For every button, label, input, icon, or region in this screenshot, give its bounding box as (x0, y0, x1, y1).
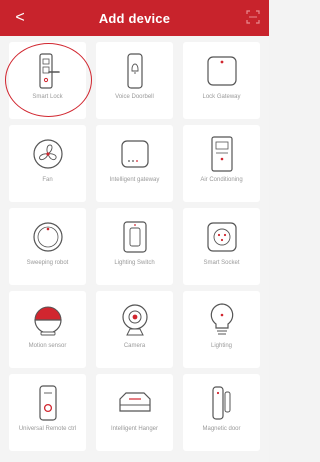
intelligent-gateway-icon (96, 133, 173, 175)
back-button[interactable]: < (6, 4, 34, 32)
scan-button[interactable] (245, 9, 261, 25)
device-label: Intelligent gateway (109, 177, 160, 183)
device-label: Air Conditioning (200, 177, 243, 183)
light-bulb-icon (183, 299, 260, 341)
door-sensor-icon (183, 382, 260, 424)
device-label: Magnetic door (202, 426, 241, 432)
device-label: Voice Doorbell (115, 94, 154, 100)
smart-socket-icon (183, 216, 260, 258)
lock-gateway-icon (183, 50, 260, 92)
device-tile-lighting-switch[interactable]: Lighting Switch (96, 208, 173, 285)
fan-icon (9, 133, 86, 175)
device-label: Lighting Switch (114, 260, 155, 266)
scan-icon (246, 10, 260, 24)
device-label: Camera (123, 343, 146, 349)
device-label: Motion sensor (28, 343, 67, 349)
intelligent-hanger-icon (96, 382, 173, 424)
device-tile-intelligent-hanger[interactable]: Intelligent Hanger (96, 374, 173, 451)
device-tile-magnetic-door[interactable]: Magnetic door (183, 374, 260, 451)
device-label: Sweeping robot (26, 260, 69, 266)
device-tile-sweeping-robot[interactable]: Sweeping robot (9, 208, 86, 285)
highlight-circle (5, 43, 92, 117)
device-label: Lock Gateway (202, 94, 241, 100)
camera-icon (96, 299, 173, 341)
device-tile-motion-sensor[interactable]: Motion sensor (9, 291, 86, 368)
device-label: Lighting (210, 343, 233, 349)
top-bar: < Add device (0, 0, 269, 36)
device-label: Intelligent Hanger (110, 426, 159, 432)
motion-sensor-icon (9, 299, 86, 341)
air-conditioner-icon (183, 133, 260, 175)
device-tile-lock-gateway[interactable]: Lock Gateway (183, 42, 260, 119)
device-tile-air-conditioning[interactable]: Air Conditioning (183, 125, 260, 202)
universal-remote-icon (9, 382, 86, 424)
device-tile-intelligent-gateway[interactable]: Intelligent gateway (96, 125, 173, 202)
device-tile-smart-socket[interactable]: Smart Socket (183, 208, 260, 285)
page-title: Add device (98, 10, 171, 26)
robot-vacuum-icon (9, 216, 86, 258)
device-tile-camera[interactable]: Camera (96, 291, 173, 368)
device-tile-universal-remote[interactable]: Universal Remote ctrl (9, 374, 86, 451)
light-switch-icon (96, 216, 173, 258)
doorbell-icon (96, 50, 173, 92)
device-label: Universal Remote ctrl (18, 426, 77, 432)
chevron-left-icon: < (15, 9, 25, 26)
device-label: Fan (42, 177, 53, 183)
device-label: Smart Socket (203, 260, 240, 266)
device-tile-lighting[interactable]: Lighting (183, 291, 260, 368)
device-tile-voice-doorbell[interactable]: Voice Doorbell (96, 42, 173, 119)
device-tile-fan[interactable]: Fan (9, 125, 86, 202)
